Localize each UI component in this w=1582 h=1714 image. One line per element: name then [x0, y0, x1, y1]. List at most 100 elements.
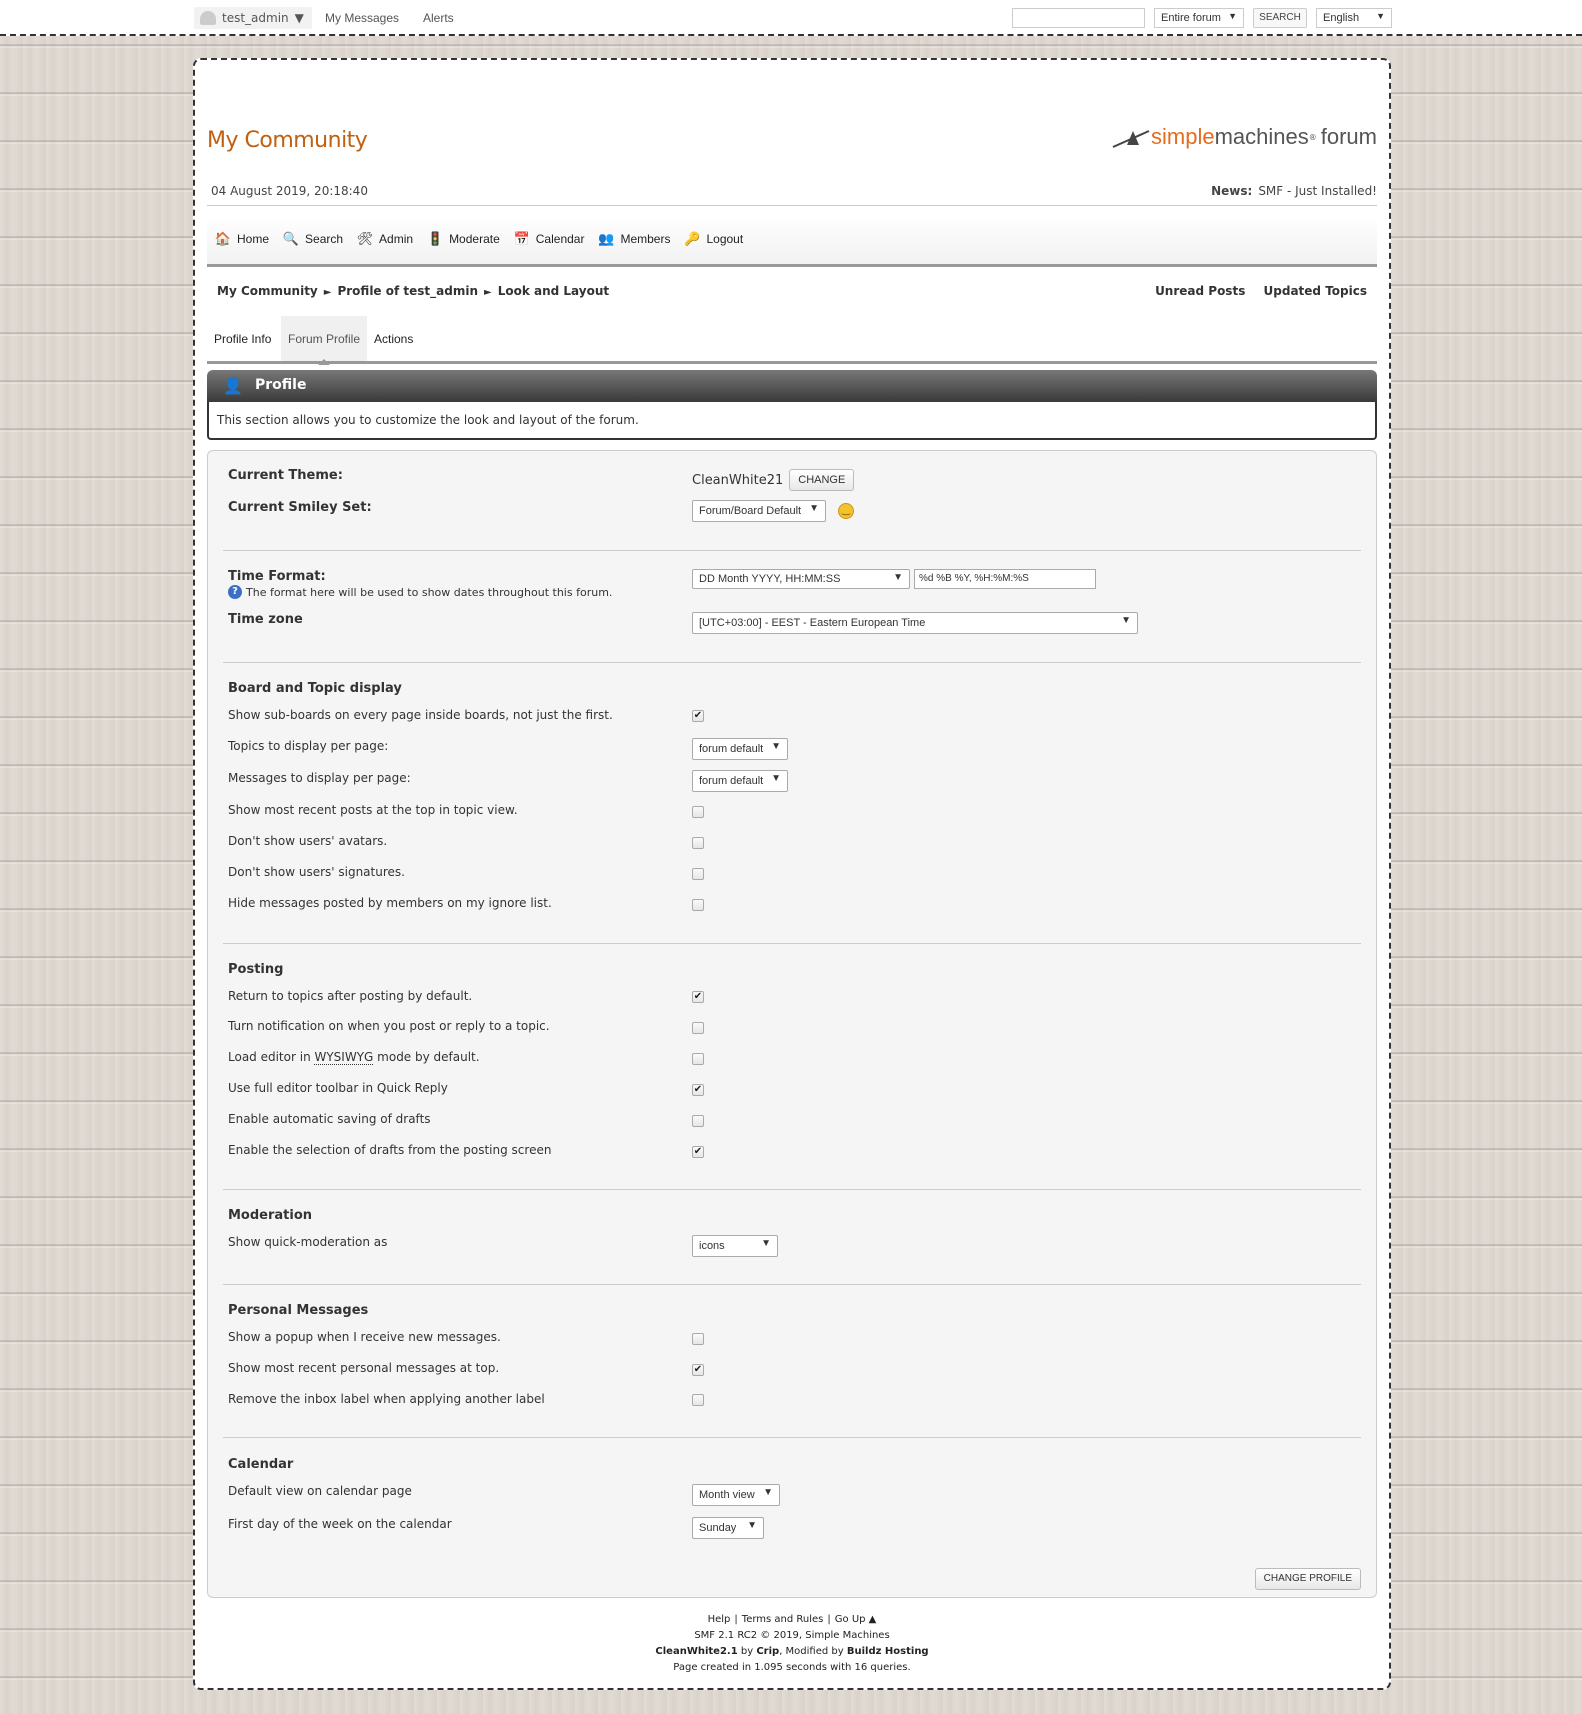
setting-label: Default view on calendar page: [228, 1484, 412, 1498]
divider: [223, 1189, 1361, 1190]
tab-actions[interactable]: Actions: [367, 316, 420, 361]
topics-per-page-select[interactable]: forum default ▼: [692, 738, 788, 760]
news-label: News:: [1211, 184, 1253, 198]
footer-links: Help | Terms and Rules | Go Up ▲: [195, 1612, 1389, 1628]
label-part: mode by default.: [373, 1050, 480, 1064]
logo-machines: machines: [1214, 124, 1309, 149]
smiley-set-select[interactable]: Forum/Board Default ▼: [692, 500, 826, 522]
full-editor-toolbar-checkbox[interactable]: ✔: [692, 1084, 704, 1096]
avatar-icon: [200, 11, 216, 25]
breadcrumb-sep-icon: ►: [484, 287, 492, 298]
menu-members[interactable]: 👥 Members: [598, 231, 670, 247]
breadcrumb-item[interactable]: My Community: [217, 284, 318, 298]
menu-search[interactable]: 🔍 Search: [283, 231, 343, 247]
label-part: Load editor in: [228, 1050, 315, 1064]
recent-posts-top-checkbox[interactable]: [692, 806, 704, 818]
search-button[interactable]: SEARCH: [1253, 8, 1307, 28]
time-format-select-value: DD Month YYYY, HH:MM:SS: [699, 573, 841, 585]
site-title[interactable]: My Community: [207, 128, 368, 153]
change-theme-button[interactable]: CHANGE: [789, 469, 855, 491]
menu-label: Members: [620, 232, 671, 246]
timezone-select[interactable]: [UTC+03:00] - EEST - Eastern European Ti…: [692, 612, 1138, 634]
pm-recent-top-checkbox[interactable]: ✔: [692, 1364, 704, 1376]
setting-label: Show most recent posts at the top in top…: [228, 803, 518, 817]
language-select[interactable]: English ▼: [1316, 8, 1392, 28]
settings-panel: Current Theme: CleanWhite21 CHANGE Curre…: [207, 450, 1377, 1598]
theme-credit-by: by: [740, 1646, 754, 1657]
menu-home[interactable]: 🏠 Home: [215, 231, 269, 247]
breadcrumb-item[interactable]: Look and Layout: [498, 284, 609, 298]
breadcrumb-item[interactable]: Profile of test_admin: [337, 284, 478, 298]
hide-signatures-checkbox[interactable]: [692, 868, 704, 880]
setting-label: Show most recent personal messages at to…: [228, 1361, 500, 1375]
calendar-default-select[interactable]: Month view ▼: [692, 1484, 780, 1506]
time-format-select[interactable]: DD Month YYYY, HH:MM:SS ▼: [692, 569, 910, 589]
pm-remove-inbox-checkbox[interactable]: [692, 1394, 704, 1406]
messages-per-page-select[interactable]: forum default ▼: [692, 770, 788, 792]
show-subboards-checkbox[interactable]: ✔: [692, 710, 704, 722]
menu-logout[interactable]: 🔑 Logout: [684, 231, 743, 247]
section-title: Profile: [255, 377, 307, 393]
setting-label: Show quick-moderation as: [228, 1235, 388, 1249]
auto-notify-checkbox[interactable]: [692, 1022, 704, 1034]
chevron-down-icon: ▼: [893, 572, 903, 583]
top-bar: test_admin ▼ My Messages Alerts Entire f…: [0, 0, 1582, 36]
footer-sep: |: [827, 1614, 831, 1625]
chevron-down-icon: ▼: [809, 503, 819, 514]
footer-sep: |: [734, 1614, 738, 1625]
drafts-selection-checkbox[interactable]: ✔: [692, 1146, 704, 1158]
timezone-control: [UTC+03:00] - EEST - Eastern European Ti…: [692, 612, 1138, 634]
menu-label: Logout: [706, 232, 744, 246]
search-scope-select[interactable]: Entire forum ▼: [1154, 8, 1244, 28]
help-icon[interactable]: ?: [228, 585, 242, 599]
theme-credit-mod: , Modified by: [779, 1646, 844, 1657]
terms-link[interactable]: Terms and Rules: [742, 1614, 824, 1625]
return-to-topic-checkbox[interactable]: ✔: [692, 991, 704, 1003]
theme-credit-host[interactable]: Buildz Hosting: [847, 1646, 929, 1657]
key-icon: 🔑: [684, 231, 701, 246]
search-input[interactable]: [1012, 8, 1145, 28]
tab-forum-profile[interactable]: Forum Profile: [281, 316, 368, 365]
theme-credit-name[interactable]: CleanWhite2.1: [655, 1646, 737, 1657]
menu-admin[interactable]: 🛠 Admin: [357, 231, 413, 247]
help-link[interactable]: Help: [708, 1614, 731, 1625]
traffic-light-icon: 🚦: [426, 231, 444, 246]
logo-simple: simple: [1151, 124, 1215, 149]
pm-popup-checkbox[interactable]: [692, 1333, 704, 1345]
my-messages-link[interactable]: My Messages: [325, 11, 399, 25]
menu-moderate[interactable]: 🚦 Moderate: [427, 231, 500, 247]
wysiwyg-default-checkbox[interactable]: [692, 1053, 704, 1065]
updated-topics-link[interactable]: Updated Topics: [1264, 284, 1367, 298]
chevron-down-icon: ▼: [763, 1487, 773, 1498]
time-format-help-text: The format here will be used to show dat…: [246, 585, 613, 599]
chevron-down-icon: ▼: [771, 741, 781, 752]
hide-ignored-checkbox[interactable]: [692, 899, 704, 911]
setting-label: Use full editor toolbar in Quick Reply: [228, 1081, 448, 1095]
calendar-first-day-select[interactable]: Sunday ▼: [692, 1517, 764, 1539]
hide-avatars-checkbox[interactable]: [692, 837, 704, 849]
setting-label: Don't show users' signatures.: [228, 865, 405, 879]
smf-logo[interactable]: simple machines ® forum: [1111, 124, 1377, 150]
quick-moderation-select[interactable]: icons ▼: [692, 1235, 778, 1257]
theme-credit-author[interactable]: Crip: [756, 1646, 779, 1657]
logo-forum: forum: [1320, 124, 1377, 149]
unread-posts-link[interactable]: Unread Posts: [1155, 284, 1245, 298]
time-format-input[interactable]: %d %B %Y, %H:%M:%S: [914, 569, 1096, 589]
chevron-down-icon: ▼: [747, 1520, 757, 1531]
menu-calendar[interactable]: 📅 Calendar: [514, 231, 585, 247]
go-up-link[interactable]: Go Up ▲: [835, 1614, 877, 1625]
home-icon: 🏠: [214, 231, 232, 246]
date-bar: 04 August 2019, 20:18:40 News: SMF - Just…: [207, 182, 1377, 206]
auto-save-drafts-checkbox[interactable]: [692, 1115, 704, 1127]
tab-profile-info[interactable]: Profile Info: [207, 316, 278, 361]
breadcrumb-sep-icon: ►: [323, 287, 332, 298]
menu-label: Admin: [379, 232, 414, 246]
time-format-help: ? The format here will be used to show d…: [228, 585, 612, 599]
divider: [223, 550, 1361, 551]
alerts-link[interactable]: Alerts: [423, 11, 454, 25]
copyright[interactable]: SMF 2.1 RC2 © 2019, Simple Machines: [195, 1628, 1389, 1644]
timezone-label: Time zone: [228, 612, 303, 627]
user-menu[interactable]: test_admin ▼: [194, 7, 312, 29]
chevron-down-icon: ▼: [1376, 11, 1385, 21]
change-profile-button[interactable]: CHANGE PROFILE: [1254, 1568, 1361, 1590]
